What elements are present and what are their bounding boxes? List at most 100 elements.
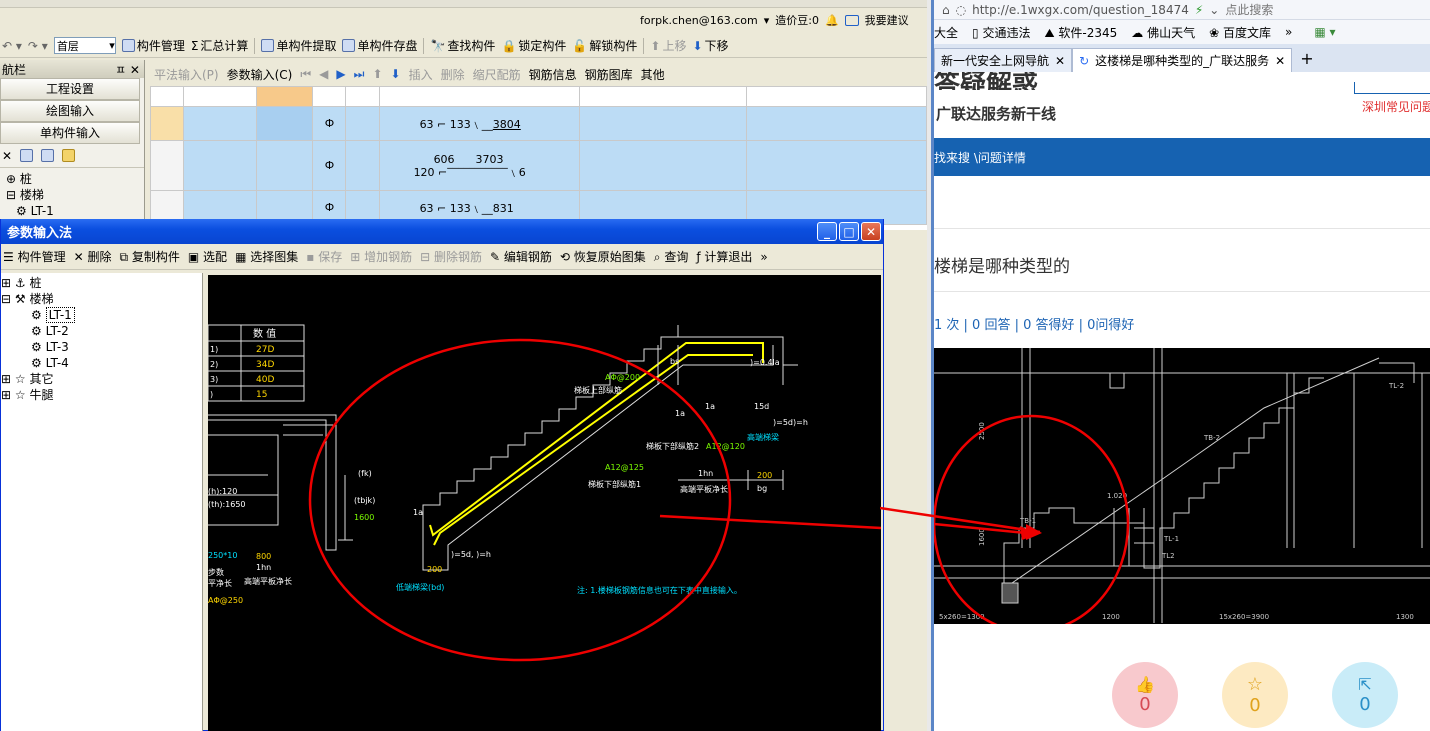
param-input-button[interactable]: 参数输入(C) xyxy=(227,66,293,83)
extract-button[interactable]: 单构件提取 xyxy=(261,37,336,54)
tree-item-pile[interactable]: ⊕ 桩 xyxy=(6,171,144,187)
dlg-btn-select[interactable]: ▣ 选配 xyxy=(188,248,227,265)
redo-icon[interactable]: ↷ ▾ xyxy=(28,39,48,53)
lightning-icon[interactable]: ⚡ xyxy=(1195,3,1203,17)
overflow-icon[interactable]: » xyxy=(760,250,767,264)
tree-label: 桩 xyxy=(19,172,32,186)
lock-component-button[interactable]: 🔒 锁定构件 xyxy=(501,37,566,54)
chevron-down-icon[interactable]: ⌄ xyxy=(1209,3,1219,17)
suggest-icon[interactable] xyxy=(844,14,859,26)
unlock-component-button[interactable]: 🔓 解锁构件 xyxy=(572,37,637,54)
dlg-btn-add-rebar[interactable]: ⊞ 增加钢筋 xyxy=(350,248,412,265)
bookmark-item[interactable]: 大全 xyxy=(934,24,958,41)
browser-window: ⌂ ◌ http://e.1wxgx.com/question_18474 ⚡ … xyxy=(931,0,1430,731)
tab-nav[interactable]: 新一代安全上网导航 ✕ xyxy=(934,48,1073,72)
shape-label: 3703 xyxy=(475,152,504,166)
dlg-btn-del-rebar[interactable]: ⊟ 删除钢筋 xyxy=(420,248,482,265)
copy-icon[interactable] xyxy=(20,149,34,162)
nav-button-single-input[interactable]: 单构件输入 xyxy=(0,122,140,144)
find-component-button[interactable]: 🔭 查找构件 xyxy=(430,37,495,54)
pin-close-icons[interactable]: ㅍ ✕ xyxy=(115,61,140,78)
tab-question[interactable]: ↻ 这楼梯是哪种类型的_广联达服务 ✕ xyxy=(1072,48,1293,72)
toolbar-label: 锁定构件 xyxy=(518,39,567,53)
maximize-button[interactable]: □ xyxy=(839,222,859,241)
dlg-btn-atlas[interactable]: ▦ 选择图集 xyxy=(235,248,298,265)
url-text[interactable]: http://e.1wxgx.com/question_18474 xyxy=(972,3,1189,17)
save-component-button[interactable]: 单构件存盘 xyxy=(342,37,417,54)
search-input[interactable]: 点此搜索 xyxy=(1225,1,1273,18)
nav-prev-icon[interactable]: ◀ xyxy=(319,67,328,81)
tree-item-lt4[interactable]: ⚙ LT-4 xyxy=(1,355,202,371)
nav-next-icon[interactable]: ▶ xyxy=(336,67,345,81)
move-up-button[interactable]: ⬆ 上移 xyxy=(650,37,686,54)
dlg-btn-restore[interactable]: ⟲ 恢复原始图集 xyxy=(560,248,646,265)
nav-button-project-settings[interactable]: 工程设置 xyxy=(0,78,140,100)
dlg-btn-calc-exit[interactable]: ƒ 计算退出 xyxy=(696,248,752,265)
insert-button[interactable]: 插入 xyxy=(409,66,433,83)
dlg-btn-edit-rebar[interactable]: ✎ 编辑钢筋 xyxy=(490,248,552,265)
share-button[interactable]: ⇱ 0 xyxy=(1332,662,1398,728)
toolbar-label: 删除 xyxy=(87,250,112,264)
tree-item-lt2[interactable]: ⚙ LT-2 xyxy=(1,323,202,339)
search-box[interactable] xyxy=(1354,82,1430,94)
paste-icon[interactable] xyxy=(41,149,55,162)
summary-calc-button[interactable]: Σ 汇总计算 xyxy=(191,37,249,54)
component-manage-button[interactable]: 构件管理 xyxy=(121,37,185,54)
folder-icon[interactable] xyxy=(62,149,76,162)
dropdown-arrow-icon[interactable]: ▾ xyxy=(764,14,770,27)
table-header: 数 值 xyxy=(253,327,276,340)
tree-item-stair[interactable]: ⊟ 楼梯 xyxy=(6,187,144,203)
apps-icon[interactable]: ▦ ▾ xyxy=(1314,25,1335,39)
bookmark-item[interactable]: ☁ 佛山天气 xyxy=(1131,24,1195,41)
move-down-button[interactable]: ⬇ 下移 xyxy=(692,37,728,54)
bell-icon[interactable]: 🔔 xyxy=(825,14,839,27)
minimize-button[interactable]: _ xyxy=(817,222,837,241)
bookmark-item[interactable]: ▯ 交通违法 xyxy=(972,24,1030,41)
delete-button[interactable]: 删除 xyxy=(441,66,465,83)
faq-link[interactable]: 深圳常见问题 xyxy=(1362,98,1430,115)
suggest-link[interactable]: 我要建议 xyxy=(865,12,909,28)
scale-rebar-button[interactable]: 缩尺配筋 xyxy=(473,66,521,83)
flat-input-button[interactable]: 平法输入(P) xyxy=(154,66,219,83)
dlg-btn-copy[interactable]: ⧉ 复制构件 xyxy=(119,248,179,265)
tree-item-stair[interactable]: ⊟ ⚒ 楼梯 xyxy=(1,291,202,307)
tree-item-lt3[interactable]: ⚙ LT-3 xyxy=(1,339,202,355)
close-button[interactable]: ✕ xyxy=(861,222,881,241)
rebar-info-button[interactable]: 钢筋信息 xyxy=(529,66,577,83)
home-icon[interactable]: ⌂ xyxy=(942,3,950,17)
nav-button-draw-input[interactable]: 绘图输入 xyxy=(0,100,140,122)
nav-first-icon[interactable]: ⏮ xyxy=(300,67,311,82)
dlg-btn-save[interactable]: ▪ 保存 xyxy=(306,248,342,265)
up-icon[interactable]: ⬆ xyxy=(372,67,382,81)
favorite-button[interactable]: ☆ 0 xyxy=(1222,662,1288,728)
other-menu-button[interactable]: 其他 xyxy=(641,66,665,83)
bookmark-item[interactable]: ⛰ 软件-2345 xyxy=(1044,24,1117,41)
more-bookmarks-icon[interactable]: » xyxy=(1285,25,1292,39)
tree-item-lt1[interactable]: ⚙ LT-1 xyxy=(1,307,202,323)
toolbar-label: 单构件提取 xyxy=(276,39,337,53)
dlg-btn-delete[interactable]: ✕ 删除 xyxy=(74,248,112,265)
nav-last-icon[interactable]: ⏭ xyxy=(354,67,365,82)
tree-item-pile[interactable]: ⊞ ⚓ 桩 xyxy=(1,275,202,291)
breadcrumb[interactable]: 找来搜 \问题详情 xyxy=(934,149,1026,166)
table-row[interactable]: Ф 606 3703 120 ⌐‾‾‾‾‾‾‾‾‾‾‾﹨6 xyxy=(149,140,927,191)
rebar-lib-button[interactable]: 钢筋图库 xyxy=(585,66,633,83)
user-email[interactable]: forpk.chen@163.com xyxy=(640,14,758,27)
new-tab-button[interactable]: + xyxy=(1292,49,1321,72)
tree-item-corbel[interactable]: ⊞ ☆ 牛腿 xyxy=(1,387,202,403)
close-icon[interactable]: ✕ xyxy=(1275,54,1285,68)
floor-select[interactable]: 首层 ▾ xyxy=(53,37,116,54)
dlg-btn-manage[interactable]: ☰ 构件管理 xyxy=(3,248,66,265)
dialog-title: 参数输入法 xyxy=(7,226,73,241)
dlg-btn-query[interactable]: ⌕ 查询 xyxy=(654,248,689,265)
tree-item-lt1[interactable]: ⚙ LT-1 xyxy=(6,203,144,219)
delete-icon[interactable]: ✕ xyxy=(2,149,12,163)
bookmark-item[interactable]: ❀ 百度文库 xyxy=(1209,24,1271,41)
down-icon[interactable]: ⬇ xyxy=(391,67,401,81)
cad-canvas[interactable]: 数 值 27D 34D 40D 15 1) 2) 3)) (h):120 (th):… xyxy=(208,275,881,731)
like-button[interactable]: 👍 0 xyxy=(1112,662,1178,728)
close-icon[interactable]: ✕ xyxy=(1055,54,1065,68)
tree-item-other[interactable]: ⊞ ☆ 其它 xyxy=(1,371,202,387)
undo-icon[interactable]: ↶ ▾ xyxy=(2,39,22,53)
table-row[interactable]: Ф 63 ⌐ 133﹨__3804 xyxy=(149,106,927,141)
